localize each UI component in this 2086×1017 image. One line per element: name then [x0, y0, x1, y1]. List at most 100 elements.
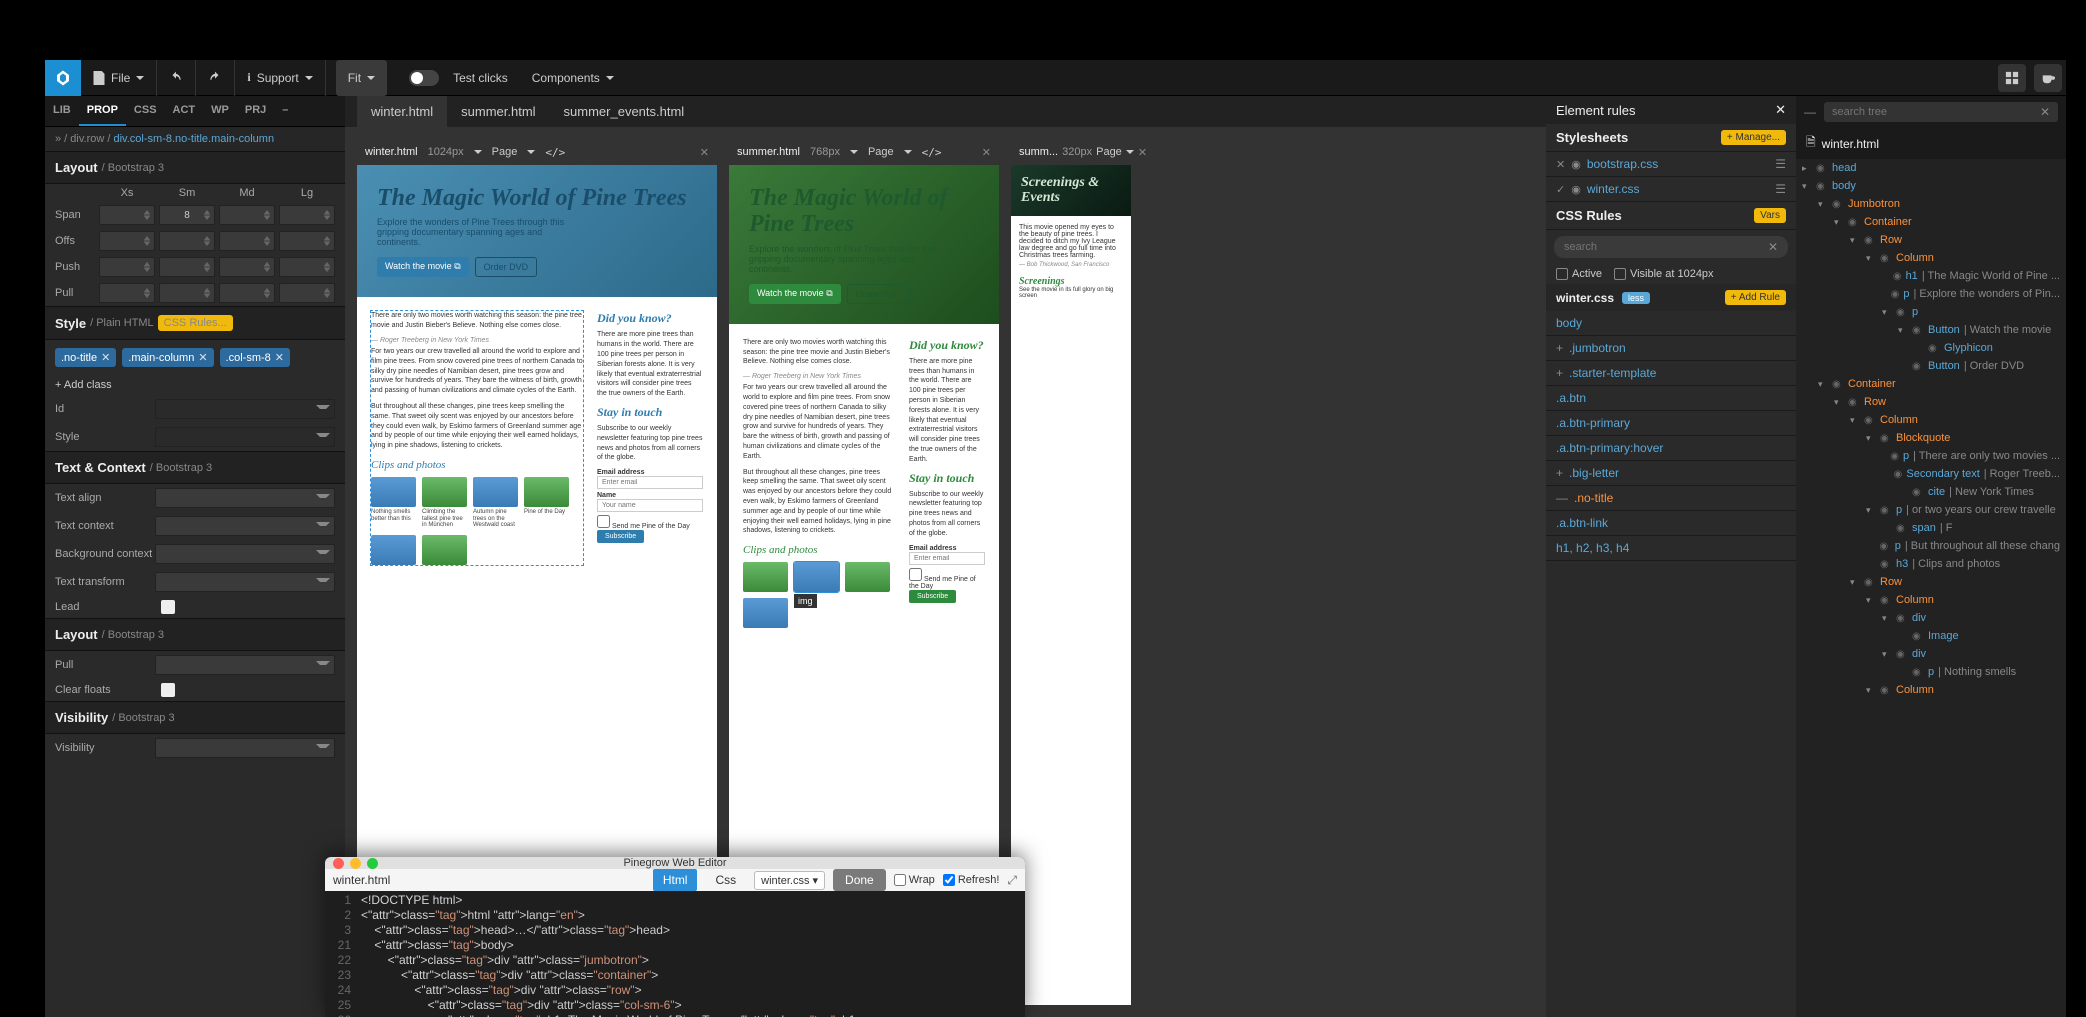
chevron-down-icon[interactable] — [474, 150, 482, 154]
grid-push-lg[interactable] — [279, 257, 335, 277]
tree-node[interactable]: ◉cite | New York Times — [1796, 483, 2066, 501]
traffic-lights[interactable] — [333, 858, 378, 869]
undo-button[interactable] — [157, 60, 196, 96]
css-rules-button[interactable]: CSS Rules... — [158, 315, 233, 331]
tree-node[interactable]: ◉p | There are only two movies ... — [1796, 447, 2066, 465]
select-text-context[interactable] — [155, 516, 335, 536]
active-checkbox[interactable]: Active — [1556, 268, 1602, 280]
tree-node[interactable]: ◉h1 | The Magic World of Pine ... — [1796, 267, 2066, 285]
vars-button[interactable]: Vars — [1754, 208, 1786, 223]
class-chip[interactable]: .col-sm-8 ✕ — [220, 348, 290, 367]
collapse-icon[interactable]: — — [1804, 105, 1816, 119]
menu-icon[interactable]: ☰ — [1775, 157, 1786, 171]
clear-icon[interactable]: ✕ — [1768, 240, 1778, 254]
select-text-transform[interactable] — [155, 572, 335, 592]
email-input[interactable] — [909, 552, 985, 565]
tree-node[interactable]: ▾◉Column — [1796, 411, 2066, 429]
grid-span-md[interactable] — [219, 205, 275, 225]
css-rule-item[interactable]: —.no-title — [1546, 486, 1796, 511]
tab-–[interactable]: – — [274, 96, 296, 126]
close-icon[interactable]: ✕ — [982, 146, 991, 159]
grid-pull-md[interactable] — [219, 283, 275, 303]
tab-wp[interactable]: WP — [203, 96, 237, 126]
tree-node[interactable]: ◉h3 | Clips and photos — [1796, 555, 2066, 573]
css-tab[interactable]: Css — [705, 869, 746, 891]
tree-file-header[interactable]: 🗎 winter.html — [1796, 128, 2066, 159]
tree-node[interactable]: ▾◉body — [1796, 177, 2066, 195]
file-tab[interactable]: winter.html — [357, 96, 447, 127]
file-tab[interactable]: summer_events.html — [550, 96, 699, 127]
remove-chip-icon[interactable]: ✕ — [198, 351, 207, 364]
editor-titlebar[interactable]: Pinegrow Web Editor — [325, 857, 1025, 869]
tree-node[interactable]: ▸◉head — [1796, 159, 2066, 177]
grid-push-sm[interactable] — [159, 257, 215, 277]
refresh-checkbox[interactable]: Refresh! — [943, 874, 1000, 886]
page-menu[interactable]: Page — [492, 146, 518, 158]
visibility-select[interactable] — [155, 738, 335, 758]
grid-push-xs[interactable] — [99, 257, 155, 277]
visible-checkbox[interactable]: Visible at 1024px — [1614, 268, 1714, 280]
grid-offs-sm[interactable] — [159, 231, 215, 251]
email-input[interactable] — [597, 476, 703, 489]
pull-select[interactable] — [155, 655, 335, 675]
app-logo[interactable] — [45, 60, 81, 96]
style-section-header[interactable]: Style/ Plain HTML CSS Rules... — [45, 306, 345, 340]
class-chip[interactable]: .main-column ✕ — [122, 348, 213, 367]
stylesheet-row[interactable]: ✓ ◉ winter.css ☰ — [1546, 177, 1796, 202]
close-icon[interactable]: ✕ — [1138, 146, 1147, 159]
grid-span-sm[interactable]: 8 — [159, 205, 215, 225]
tree-node[interactable]: ◉p | Explore the wonders of Pin... — [1796, 285, 2066, 303]
components-menu[interactable]: Components — [520, 60, 626, 96]
layout-section-header[interactable]: Layout/ Bootstrap 3 — [45, 151, 345, 184]
grid-span-xs[interactable] — [99, 205, 155, 225]
stylesheet-row[interactable]: ✕ ◉ bootstrap.css ☰ — [1546, 152, 1796, 177]
close-icon[interactable]: ✕ — [1556, 158, 1565, 171]
watch-movie-button[interactable]: Watch the movie ⧉ — [749, 284, 841, 304]
order-dvd-button[interactable]: Order DVD — [847, 284, 910, 304]
check-icon[interactable]: ✓ — [1556, 183, 1565, 196]
grid-pull-sm[interactable] — [159, 283, 215, 303]
page-menu[interactable]: Page — [868, 146, 894, 158]
collapse-icon[interactable]: ⤢ — [1007, 873, 1017, 888]
tree-node[interactable]: ▾◉Column — [1796, 681, 2066, 699]
tree-node[interactable]: ▾◉p | or two years our crew travelle — [1796, 501, 2066, 519]
tree-node[interactable]: ◉Image — [1796, 627, 2066, 645]
name-input[interactable] — [597, 499, 703, 512]
clear-floats-checkbox[interactable] — [161, 683, 175, 697]
text-context-header[interactable]: Text & Context/ Bootstrap 3 — [45, 451, 345, 484]
tab-prj[interactable]: PRJ — [237, 96, 274, 126]
tree-search[interactable]: ✕ — [1824, 102, 2058, 122]
tree-node[interactable]: ▾◉Button | Watch the movie — [1796, 321, 2066, 339]
grid-offs-md[interactable] — [219, 231, 275, 251]
fit-menu[interactable]: Fit — [336, 60, 387, 96]
coffee-icon[interactable] — [2034, 64, 2062, 92]
tree-node[interactable]: ◉Glyphicon — [1796, 339, 2066, 357]
file-menu[interactable]: File — [81, 60, 157, 96]
page-menu[interactable]: Page — [1096, 146, 1122, 158]
css-rule-item[interactable]: +.big-letter — [1546, 461, 1796, 486]
code-icon[interactable]: </> — [545, 146, 565, 159]
tree-node[interactable]: ▾◉Container — [1796, 375, 2066, 393]
tree-search-input[interactable] — [1832, 106, 2040, 118]
tree-node[interactable]: ◉p | But throughout all these chang — [1796, 537, 2066, 555]
add-class-button[interactable]: + Add class — [45, 375, 345, 395]
tab-act[interactable]: ACT — [165, 96, 204, 126]
css-rule-item[interactable]: .a.btn-primary:hover — [1546, 436, 1796, 461]
tab-lib[interactable]: LIB — [45, 96, 79, 126]
watch-movie-button[interactable]: Watch the movie ⧉ — [377, 257, 469, 277]
tab-prop[interactable]: PROP — [79, 96, 126, 126]
tree-node[interactable]: ▾◉Row — [1796, 573, 2066, 591]
tree-node[interactable]: ▾◉Blockquote — [1796, 429, 2066, 447]
id-input[interactable] — [155, 399, 335, 419]
chevron-down-icon[interactable] — [850, 150, 858, 154]
order-dvd-button[interactable]: Order DVD — [475, 257, 538, 277]
tree-node[interactable]: ▾◉Column — [1796, 249, 2066, 267]
code-icon[interactable]: </> — [922, 146, 942, 159]
select-text-align[interactable] — [155, 488, 335, 508]
eye-icon[interactable]: ◉ — [1571, 158, 1581, 171]
tree-node[interactable]: ▾◉Jumbotron — [1796, 195, 2066, 213]
tree-node[interactable]: ◉Button | Order DVD — [1796, 357, 2066, 375]
css-rule-item[interactable]: .a.btn-primary — [1546, 411, 1796, 436]
css-rule-item[interactable]: .a.btn-link — [1546, 511, 1796, 536]
tree-node[interactable]: ▾◉Column — [1796, 591, 2066, 609]
